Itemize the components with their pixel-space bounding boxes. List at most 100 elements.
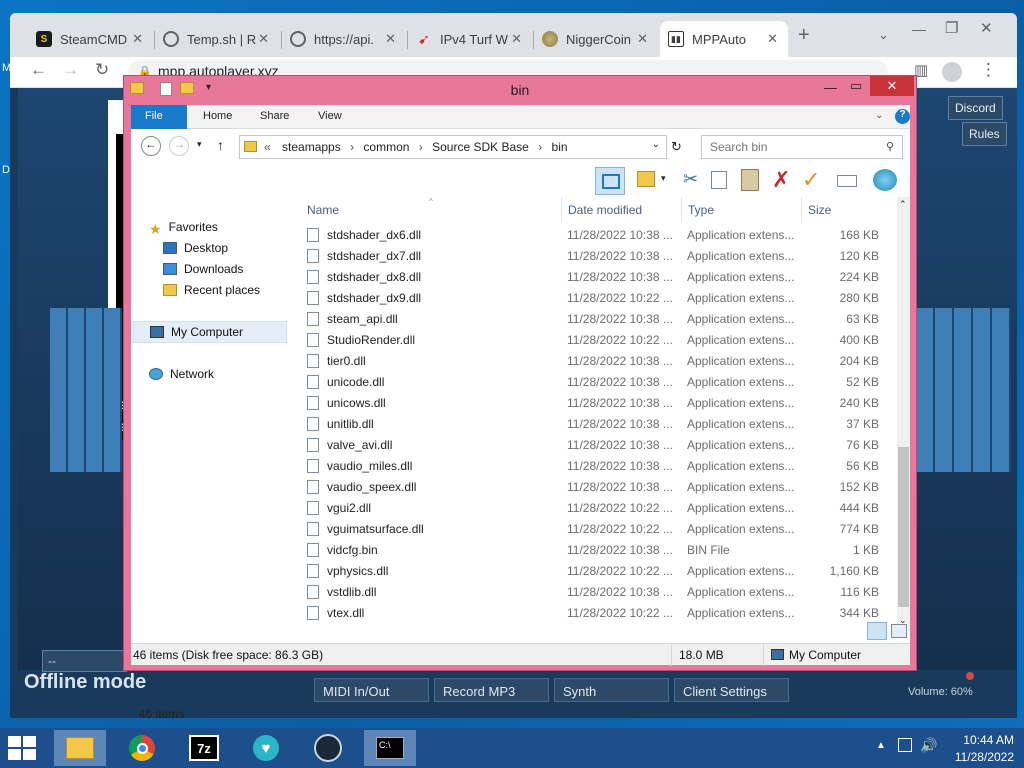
file-row[interactable]: stdshader_dx8.dll 11/28/2022 10:38 ... App… [299,267,889,288]
new-tab-button[interactable]: + [798,24,810,47]
file-row[interactable]: vtex.dll 11/28/2022 10:22 ... Application … [299,603,889,624]
volume-tray-icon[interactable]: 🔊 [920,737,937,754]
midi-io-button[interactable]: MIDI In/Out [314,678,429,702]
rename-check-icon[interactable]: ✓ [802,167,820,193]
file-row[interactable]: unicows.dll 11/28/2022 10:38 ... Applicati… [299,393,889,414]
menu-kebab-icon[interactable]: ⋮ [980,60,997,80]
volume-knob[interactable] [966,672,974,680]
scroll-thumb[interactable] [898,447,909,607]
ribbon-expand-icon[interactable]: ⌄ [875,110,883,121]
nav-recent-places[interactable]: Recent places [163,283,260,297]
paste-icon[interactable] [741,169,759,191]
file-row[interactable]: vaudio_miles.dll 11/28/2022 10:38 ... Appl… [299,456,889,477]
maximize-icon[interactable]: ▭ [850,78,862,94]
maximize-icon[interactable]: ❐ [945,19,958,37]
record-mp3-button[interactable]: Record MP3 [434,678,549,702]
properties-icon[interactable] [837,175,857,187]
forward-arrow-icon[interactable]: → [62,60,79,80]
file-row[interactable]: vidcfg.bin 11/28/2022 10:38 ... BIN File 1 … [299,540,889,561]
close-tab-icon[interactable]: ✕ [258,31,269,47]
file-row[interactable]: vaudio_speex.dll 11/28/2022 10:38 ... Appl… [299,477,889,498]
back-icon[interactable]: ← [141,136,161,156]
file-row[interactable]: steam_api.dll 11/28/2022 10:38 ... Applica… [299,309,889,330]
taskbar-vpn[interactable]: ♥ [240,730,292,766]
delete-icon[interactable]: ✗ [772,167,790,193]
close-tab-icon[interactable]: ✕ [511,31,522,47]
tab-home[interactable]: Home [189,105,246,129]
file-row[interactable]: vphysics.dll 11/28/2022 10:22 ... Applicat… [299,561,889,582]
column-header-name[interactable]: Name [307,203,339,217]
recent-locations-icon[interactable]: ▾ [197,139,202,150]
column-header-date[interactable]: Date modified [568,203,642,217]
cut-icon[interactable]: ✂ [683,169,698,190]
file-row[interactable]: stdshader_dx6.dll 11/28/2022 10:38 ... App… [299,225,889,246]
details-view-icon[interactable] [867,622,887,640]
rules-button[interactable]: Rules [962,122,1007,146]
nav-network[interactable]: Network [149,367,214,381]
breadcrumb-overflow[interactable]: « [264,140,271,154]
file-row[interactable]: vgui2.dll 11/28/2022 10:22 ... Application… [299,498,889,519]
discord-button[interactable]: Discord [948,96,1003,120]
name-input[interactable]: -- [42,650,127,672]
scrollbar[interactable]: ⌃ ⌄ [897,197,910,631]
preview-pane-icon[interactable] [595,167,625,195]
taskbar-file-explorer[interactable] [54,730,106,766]
help-icon[interactable]: ? [895,109,910,124]
large-icons-view-icon[interactable] [891,624,907,638]
taskbar-chrome[interactable] [116,730,168,766]
copy-icon[interactable] [711,171,727,189]
breadcrumb-common[interactable]: common [363,140,409,154]
tab-tempsh[interactable]: Temp.sh | R ✕ [155,21,279,57]
taskbar-steam[interactable] [302,730,354,766]
taskbar-cmd[interactable]: C:\ [364,730,416,766]
tab-ipv4[interactable]: ➹ IPv4 Turf W ✕ [408,21,532,57]
tab-search-icon[interactable]: ⌄ [878,27,889,43]
minimize-icon[interactable]: — [912,21,926,37]
tab-share[interactable]: Share [246,105,303,129]
refresh-icon[interactable]: ↻ [671,139,682,155]
file-row[interactable]: vstdlib.dll 11/28/2022 10:38 ... Applicati… [299,582,889,603]
file-row[interactable]: tier0.dll 11/28/2022 10:38 ... Application… [299,351,889,372]
column-header-type[interactable]: Type [688,203,714,217]
file-row[interactable]: unitlib.dll 11/28/2022 10:38 ... Applicati… [299,414,889,435]
file-row[interactable]: stdshader_dx7.dll 11/28/2022 10:38 ... App… [299,246,889,267]
file-row[interactable]: valve_avi.dll 11/28/2022 10:38 ... Applica… [299,435,889,456]
nav-favorites[interactable]: ★ Favorites [149,220,218,237]
file-row[interactable]: unicode.dll 11/28/2022 10:38 ... Applicati… [299,372,889,393]
network-tray-icon[interactable] [898,738,912,752]
start-button[interactable] [8,736,36,760]
reload-icon[interactable]: ↻ [95,60,109,80]
nav-downloads[interactable]: Downloads [163,262,243,276]
nav-desktop[interactable]: Desktop [163,241,228,255]
dropdown-icon[interactable]: ▾ [661,173,666,184]
tab-view[interactable]: View [304,105,356,129]
scroll-up-icon[interactable]: ⌃ [899,199,907,210]
close-tab-icon[interactable]: ✕ [767,31,778,47]
client-settings-button[interactable]: Client Settings [674,678,789,702]
nav-my-computer[interactable]: My Computer [133,321,287,343]
minimize-icon[interactable]: — [824,80,837,95]
close-tab-icon[interactable]: ✕ [132,31,143,47]
back-arrow-icon[interactable]: ← [30,60,47,80]
search-input[interactable]: Search bin ⚲ [701,135,903,159]
file-row[interactable]: stdshader_dx9.dll 11/28/2022 10:22 ... App… [299,288,889,309]
column-header-size[interactable]: Size [808,203,831,217]
tab-api[interactable]: https://api. ✕ [282,21,406,57]
tab-mppauto[interactable]: ▮▮ MPPAuto ✕ [660,21,788,57]
taskbar-7zip[interactable]: 7z [178,730,230,766]
profile-avatar[interactable] [942,62,962,82]
tab-steamcmd[interactable]: S SteamCMD ✕ [28,21,153,57]
file-row[interactable]: vguimatsurface.dll 11/28/2022 10:22 ... Ap… [299,519,889,540]
globe-icon[interactable] [873,169,897,191]
file-row[interactable]: StudioRender.dll 11/28/2022 10:22 ... Appl… [299,330,889,351]
chevron-down-icon[interactable]: ⌄ [652,139,660,150]
system-clock[interactable]: 10:44 AM 11/28/2022 [955,732,1014,766]
close-tab-icon[interactable]: ✕ [637,31,648,47]
synth-button[interactable]: Synth [554,678,669,702]
close-window-icon[interactable]: ✕ [870,76,914,96]
tab-coin[interactable]: NiggerCoin ✕ [534,21,658,57]
up-arrow-icon[interactable]: ↑ [217,137,224,153]
breadcrumb-bin[interactable]: bin [552,140,568,154]
move-to-icon[interactable] [637,171,655,187]
tab-file[interactable]: File [131,105,187,129]
